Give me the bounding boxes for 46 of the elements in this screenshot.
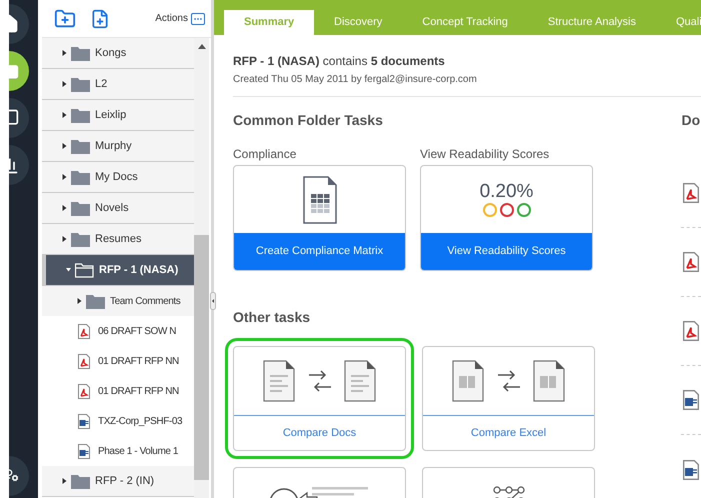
caret-icon[interactable] <box>62 50 67 56</box>
caret-icon[interactable] <box>62 112 67 118</box>
compare-spreadsheets-icon <box>452 360 566 402</box>
task-button[interactable]: View Readability Scores <box>421 233 592 270</box>
word-file-icon <box>78 414 90 428</box>
more-icon[interactable] <box>191 12 205 24</box>
card-label: View Readability Scores <box>420 146 550 160</box>
caret-icon[interactable] <box>62 143 67 149</box>
compare-documents-icon <box>262 360 376 402</box>
tree-item[interactable]: RFP - 2 (IN) <box>42 466 194 497</box>
task-card[interactable]: Compare Docs <box>225 338 414 459</box>
tree-item[interactable]: RFP - 1 (NASA) <box>42 255 194 286</box>
spreadsheet-document-icon <box>302 176 336 224</box>
actions-label: Actions <box>155 12 188 26</box>
tree-item[interactable]: My Docs <box>42 162 194 193</box>
caret-icon[interactable] <box>62 236 67 242</box>
new-file-icon[interactable] <box>90 8 110 28</box>
section-heading: Common Folder Tasks <box>233 111 384 130</box>
tree-item[interactable]: Resumes <box>42 224 194 255</box>
pdf-file-icon <box>78 324 90 338</box>
caret-icon[interactable] <box>62 174 67 180</box>
tree-item[interactable]: Leixlip <box>42 100 194 131</box>
scrollbar-thumb[interactable] <box>194 235 209 480</box>
tree-item[interactable]: L2 <box>42 69 194 100</box>
caret-icon[interactable] <box>62 81 67 87</box>
pdf-file-icon <box>78 384 90 398</box>
tree-item[interactable]: Kongs <box>42 38 194 69</box>
card-label: Compliance <box>233 146 298 160</box>
task-button[interactable]: Create Compliance Matrix <box>234 233 405 270</box>
tree-item[interactable]: Novels <box>42 193 194 224</box>
word-file-icon <box>78 444 90 458</box>
caret-icon[interactable] <box>77 298 82 304</box>
tree-item[interactable]: Murphy <box>42 131 194 162</box>
tree-item[interactable]: Team Comments <box>42 286 194 316</box>
created-info: Created Thu 05 May 2011 by fergal2@insure-corp.com <box>233 73 478 87</box>
section-heading: Other tasks <box>233 308 312 327</box>
pdf-file-icon <box>78 354 90 368</box>
readability-score: 0.20% <box>480 182 534 202</box>
caret-icon[interactable] <box>66 267 71 273</box>
caret-icon[interactable] <box>62 205 67 211</box>
section-heading: Do <box>681 111 701 130</box>
folder-summary-title: RFP - 1 (NASA) contains 5 documents <box>233 53 446 70</box>
scroll-up-icon[interactable] <box>198 44 206 49</box>
caret-icon[interactable] <box>62 478 67 484</box>
collapse-handle-icon[interactable] <box>210 292 216 310</box>
new-folder-icon[interactable] <box>54 8 76 30</box>
